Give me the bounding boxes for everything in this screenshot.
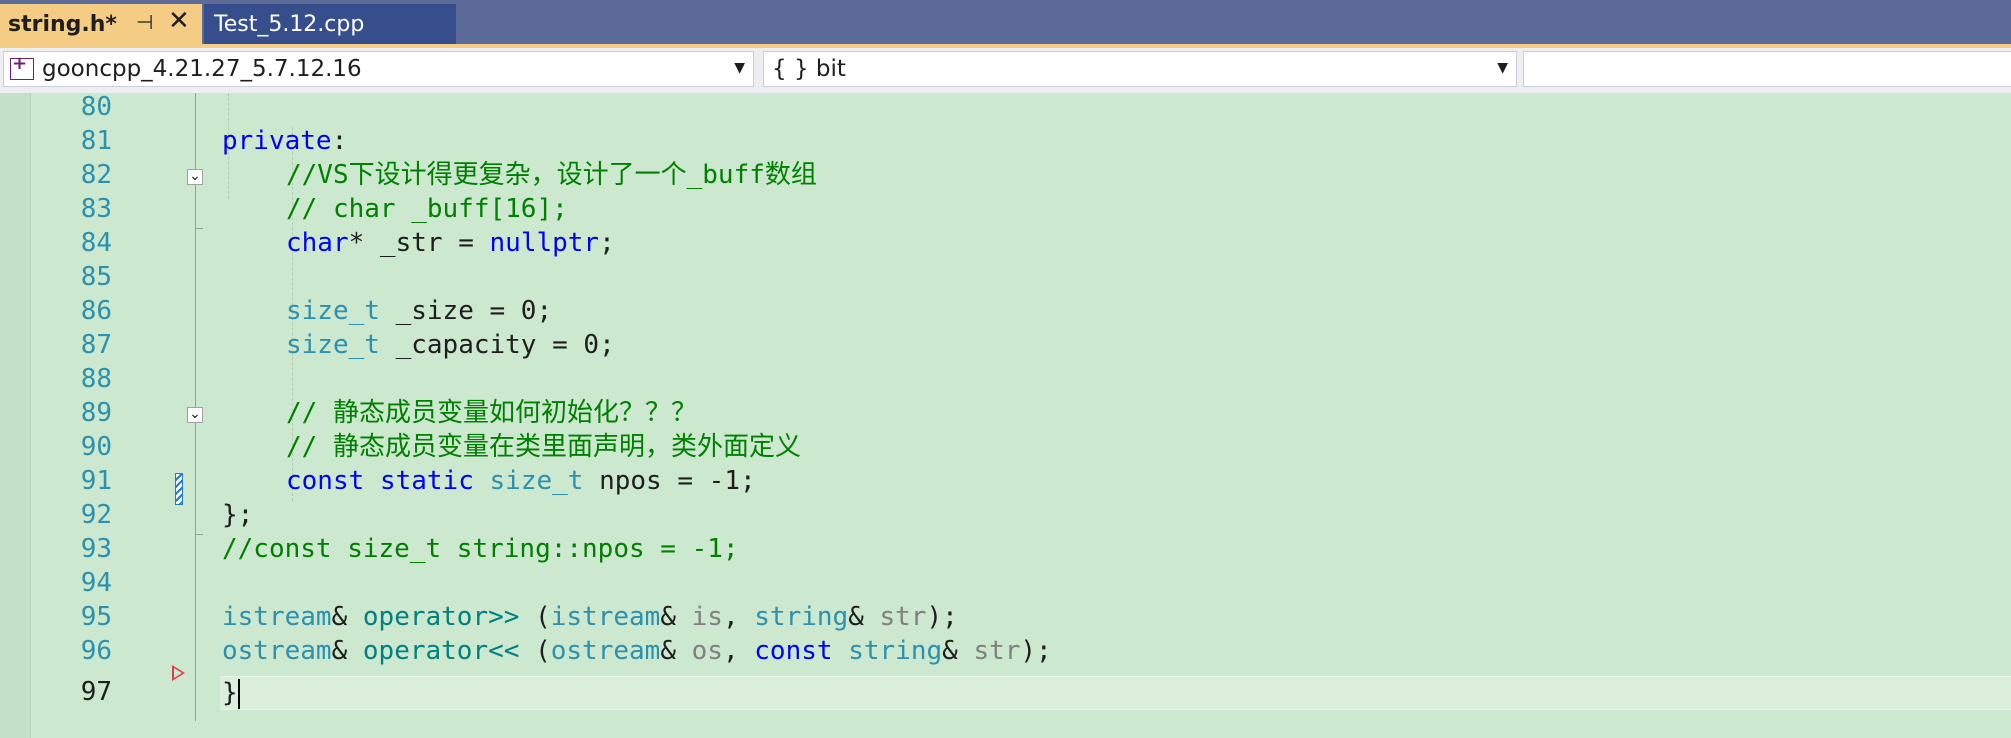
current-line-highlight	[220, 676, 2011, 710]
line-number: 80	[80, 92, 112, 122]
outline-end-tick	[195, 228, 203, 229]
tab-test-cpp[interactable]: Test_5.12.cpp	[204, 4, 456, 44]
tab-label: Test_5.12.cpp	[214, 11, 365, 37]
collapse-toggle-icon[interactable]: ⌄	[187, 407, 203, 423]
code-line-82: //VS下设计得更复杂，设计了一个_buff数组	[286, 160, 817, 190]
code-line-86: size_t _size = 0;	[286, 296, 553, 326]
code-line-96: ostream& operator<< (ostream& os, const …	[222, 636, 1052, 666]
line-number: 95	[80, 602, 112, 632]
tab-string-h[interactable]: string.h* ⊣ ✕	[0, 4, 202, 44]
line-number: 87	[80, 330, 112, 360]
member-dropdown[interactable]	[1523, 51, 2011, 87]
line-number: 94	[80, 568, 112, 598]
code-line-87: size_t _capacity = 0;	[286, 330, 615, 360]
chevron-down-icon: ▼	[1497, 60, 1508, 76]
line-number: 96	[80, 636, 112, 666]
line-number: 88	[80, 364, 112, 394]
line-number: 92	[80, 500, 112, 530]
code-line-84: char* _str = nullptr;	[286, 228, 615, 258]
code-line-93: //const size_t string::npos = -1;	[222, 534, 739, 564]
code-line-83: // char _buff[16];	[286, 194, 568, 224]
code-line-91: const static size_t npos = -1;	[286, 466, 756, 496]
line-number: 89	[80, 398, 112, 428]
chevron-down-icon: ▼	[734, 60, 745, 76]
close-icon[interactable]: ✕	[168, 6, 190, 36]
code-line-97: }	[222, 678, 240, 709]
line-number: 83	[80, 194, 112, 224]
project-icon	[10, 53, 34, 80]
line-number: 84	[80, 228, 112, 258]
line-number: 91	[80, 466, 112, 496]
code-line-95: istream& operator>> (istream& is, string…	[222, 602, 958, 632]
line-number: 81	[80, 126, 112, 156]
tab-label: string.h*	[8, 11, 117, 37]
outline-end-tick	[195, 534, 203, 535]
scope-dropdown-value: { } bit	[772, 56, 846, 82]
code-editor[interactable]: 80 81 82 83 84 85 86 87 88 89 90 91 92 9…	[0, 92, 2011, 738]
change-tracking-mark	[175, 473, 183, 505]
glyph-margin[interactable]	[0, 93, 31, 738]
line-number: 85	[80, 262, 112, 292]
code-line-89: // 静态成员变量如何初始化？？？	[286, 398, 697, 428]
line-number: 86	[80, 296, 112, 326]
project-dropdown-value: gooncpp_4.21.27_5.7.12.16	[42, 56, 362, 82]
navigation-bar: gooncpp_4.21.27_5.7.12.16 ▼ { } bit ▼	[0, 48, 2011, 93]
document-tab-bar: string.h* ⊣ ✕ Test_5.12.cpp	[0, 0, 2011, 46]
scope-dropdown[interactable]: { } bit ▼	[763, 51, 1517, 87]
line-number: 82	[80, 160, 112, 190]
line-number: 90	[80, 432, 112, 462]
project-dropdown[interactable]: gooncpp_4.21.27_5.7.12.16 ▼	[3, 51, 754, 87]
text-caret	[237, 678, 240, 709]
collapse-toggle-icon[interactable]: ⌄	[187, 169, 203, 185]
pin-icon[interactable]: ⊣	[136, 10, 153, 34]
code-line-81: private:	[222, 126, 348, 156]
code-line-90: // 静态成员变量在类里面声明，类外面定义	[286, 432, 801, 462]
code-line-92: };	[222, 500, 254, 530]
line-number: 93	[80, 534, 112, 564]
current-line-number: 97	[80, 677, 112, 707]
scope-end-marker-icon	[172, 665, 185, 681]
